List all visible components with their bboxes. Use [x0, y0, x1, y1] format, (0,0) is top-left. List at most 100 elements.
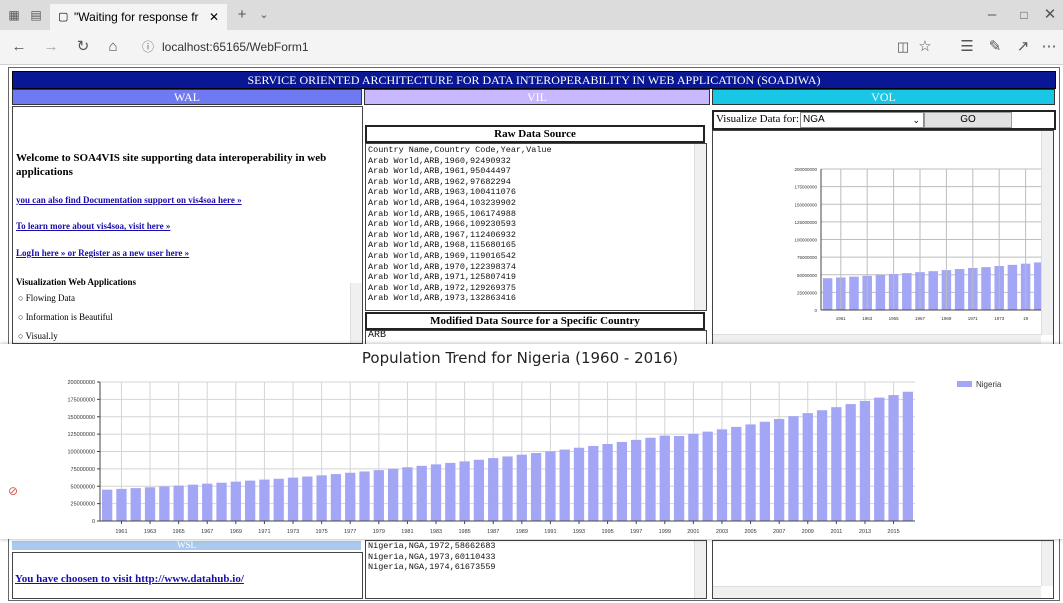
- chart-bar: [173, 485, 184, 521]
- chevron-down-icon[interactable]: ⌄: [256, 5, 272, 25]
- maximize-icon[interactable]: □: [1014, 5, 1034, 25]
- small-chart-svg: 200000000 175000000 150000000 125000000 1000…: [794, 167, 1041, 321]
- raw-data-line: Arab World,ARB,1970,122398374: [368, 261, 516, 272]
- browser-tab[interactable]: ▢ "Waiting for response fr ✕: [50, 4, 227, 30]
- modified-data-scrollbar[interactable]: [694, 541, 706, 598]
- raw-data-textarea[interactable]: Country Name,Country Code,Year,Value Arab…: [365, 143, 707, 311]
- legend-swatch: [957, 381, 972, 387]
- small-chart-bar: [1007, 264, 1018, 310]
- small-y-tick-label: 200000000: [794, 167, 817, 172]
- x-tick-label: 2009: [802, 529, 814, 535]
- chart-bar: [130, 488, 141, 521]
- small-x-tick-label: 1967: [915, 316, 926, 321]
- raw-data-line: Arab World,ARB,1961,95044497: [368, 166, 511, 177]
- small-chart-bar: [875, 274, 886, 310]
- x-tick-label: 1987: [487, 529, 499, 535]
- visualize-label: Visualize Data for:: [716, 113, 800, 125]
- radio-icon[interactable]: ○: [18, 331, 23, 341]
- chart-bar: [645, 437, 656, 521]
- small-x-tick-label: 1973: [994, 316, 1005, 321]
- raw-data-line: Arab World,ARB,1964,103239902: [368, 197, 516, 208]
- vol-lower-hscroll[interactable]: [713, 586, 1041, 598]
- url-field[interactable]: ⓘ localhost:65165/WebForm1: [142, 37, 897, 57]
- chart-bar: [187, 484, 199, 521]
- favorite-star-icon[interactable]: ☆: [916, 37, 934, 57]
- raw-data-line: Arab World,ARB,1966,109230593: [368, 219, 516, 230]
- chart-bar: [602, 443, 613, 521]
- documentation-link[interactable]: you can also find Documentation support …: [16, 195, 242, 205]
- refresh-icon[interactable]: ↻: [74, 37, 92, 57]
- chart-bar: [459, 461, 470, 521]
- x-tick-label: 2015: [887, 529, 899, 535]
- forward-icon[interactable]: →: [42, 37, 60, 57]
- chart-bar: [573, 447, 585, 521]
- raw-data-line: Arab World,ARB,1967,112406932: [368, 229, 516, 240]
- modified-data-lines: Nigeria,NGA,1972,58662683 Nigeria,NGA,197…: [366, 541, 706, 573]
- small-chart-vscroll[interactable]: [1041, 131, 1053, 335]
- chart-bar: [530, 453, 542, 521]
- web-note-icon[interactable]: ✎: [986, 37, 1004, 57]
- set-tabs-aside-icon[interactable]: ▤: [28, 5, 44, 25]
- country-select[interactable]: NGA ⌄: [800, 112, 924, 128]
- y-tick-label: 175000000: [67, 397, 95, 403]
- chart-bar: [902, 391, 913, 521]
- learn-more-link[interactable]: To learn more about vis4soa, visit here …: [16, 221, 170, 231]
- raw-data-heading: Raw Data Source: [365, 125, 705, 143]
- small-y-tick-label: 125000000: [794, 220, 817, 225]
- raw-data-lines: Country Name,Country Code,Year,Value Arab…: [366, 144, 706, 305]
- wal-scrollbar[interactable]: [350, 283, 362, 343]
- raw-data-line: Arab World,ARB,1973,132863416: [368, 293, 516, 304]
- share-icon[interactable]: ↗: [1014, 37, 1032, 57]
- chart-bar: [430, 464, 442, 521]
- chart-overlay: Population Trend for Nigeria (1960 - 201…: [0, 344, 1063, 539]
- x-tick-label: 1977: [344, 529, 356, 535]
- radio-icon[interactable]: ○: [18, 312, 23, 322]
- raw-data-line: Arab World,ARB,1965,106174988: [368, 208, 516, 219]
- chart-bar: [116, 488, 127, 521]
- chart-bar: [416, 465, 427, 521]
- small-y-tick-label: 100000000: [794, 238, 817, 243]
- chart-bar: [159, 486, 170, 521]
- y-tick-label: 150000000: [67, 415, 95, 421]
- x-tick-label: 1975: [315, 529, 327, 535]
- favorites-hub-icon[interactable]: ☰: [958, 37, 976, 57]
- small-x-tick-label: 19: [1023, 316, 1029, 321]
- new-tab-icon[interactable]: +: [234, 5, 250, 25]
- chart-bar: [230, 481, 241, 521]
- x-tick-label: 2003: [716, 529, 728, 535]
- app-option-flowing-data[interactable]: ○ Flowing Data: [18, 293, 75, 303]
- chart-bar: [273, 478, 284, 521]
- chart-bar: [888, 395, 899, 521]
- chart-bar: [816, 410, 828, 521]
- go-button[interactable]: GO: [924, 112, 1012, 128]
- back-icon[interactable]: ←: [10, 37, 28, 57]
- y-tick-label: 100000000: [67, 450, 95, 456]
- tab-actions-icon[interactable]: ▦: [6, 5, 22, 25]
- chart-bar: [545, 451, 556, 521]
- raw-data-line: Arab World,ARB,1969,119016542: [368, 250, 516, 261]
- reading-view-icon[interactable]: ◫: [894, 37, 912, 57]
- legend-label: Nigeria: [976, 380, 1002, 389]
- small-y-tick-label: 0: [814, 308, 817, 313]
- modified-data-textarea[interactable]: Nigeria,NGA,1972,58662683 Nigeria,NGA,197…: [365, 540, 707, 599]
- app-option-information-beautiful[interactable]: ○ Information is Beautiful: [18, 312, 113, 322]
- blocked-icon[interactable]: ⊘: [8, 484, 18, 498]
- close-tab-icon[interactable]: ✕: [209, 4, 219, 30]
- radio-icon[interactable]: ○: [18, 293, 23, 303]
- raw-data-line: Arab World,ARB,1960,92490932: [368, 155, 511, 166]
- vol-lower-vscroll[interactable]: [1041, 541, 1053, 586]
- chart-bar: [659, 435, 670, 521]
- visit-link[interactable]: You have choosen to visit http://www.dat…: [15, 573, 244, 585]
- chart-bar: [359, 471, 370, 521]
- close-window-icon[interactable]: ✕: [1040, 5, 1060, 25]
- x-tick-label: 1993: [573, 529, 585, 535]
- raw-data-scrollbar[interactable]: [694, 144, 706, 310]
- app-label: Visual.ly: [25, 331, 58, 341]
- login-register-link[interactable]: LogIn here » or Register as a new user h…: [16, 248, 189, 258]
- home-icon[interactable]: ⌂: [104, 37, 122, 57]
- app-option-visually[interactable]: ○ Visual.ly: [18, 331, 58, 341]
- x-tick-label: 1965: [173, 529, 185, 535]
- minimize-icon[interactable]: –: [982, 5, 1002, 25]
- x-tick-label: 1985: [458, 529, 470, 535]
- more-icon[interactable]: ⋯: [1040, 37, 1058, 57]
